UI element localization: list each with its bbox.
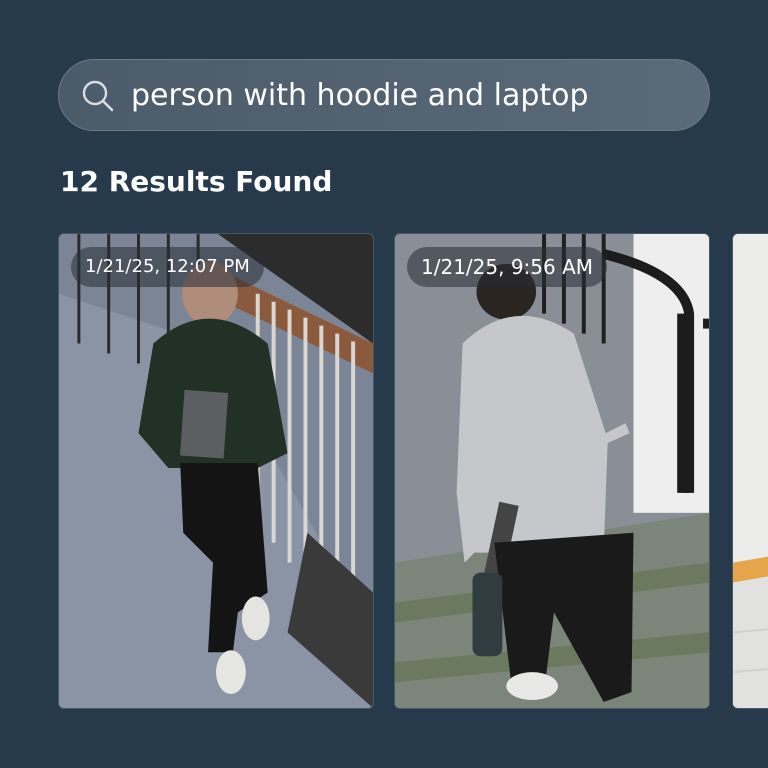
result-card[interactable] — [732, 233, 768, 709]
result-timestamp: 1/21/25, 9:56 AM — [407, 247, 608, 287]
search-bar[interactable] — [58, 59, 710, 131]
camera-thumbnail — [733, 234, 768, 708]
results-count-heading: 12 Results Found — [60, 165, 333, 198]
search-input[interactable] — [131, 70, 691, 120]
result-timestamp: 1/21/25, 12:07 PM — [71, 247, 264, 287]
result-card[interactable]: 1/21/25, 12:07 PM — [58, 233, 374, 709]
result-card[interactable]: 1/21/25, 9:56 AM — [394, 233, 710, 709]
search-icon — [82, 80, 114, 112]
camera-thumbnail — [395, 234, 709, 708]
camera-thumbnail — [59, 234, 373, 708]
